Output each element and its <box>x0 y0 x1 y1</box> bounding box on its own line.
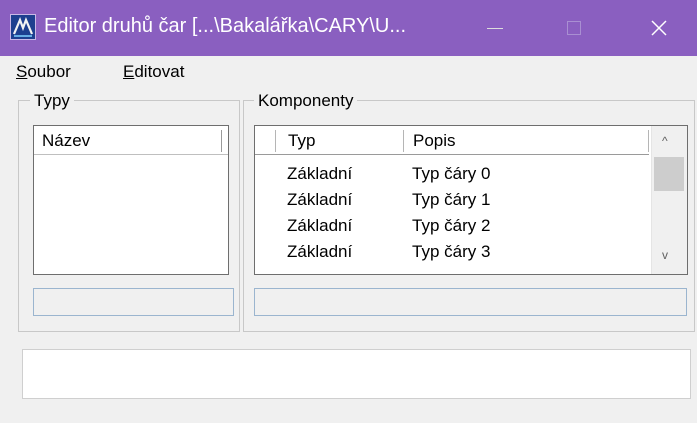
cell-typ: Základní <box>287 216 353 235</box>
components-status-field <box>254 288 687 316</box>
components-list-header: Typ Popis <box>255 126 649 155</box>
types-list-header: Název <box>34 126 228 155</box>
types-list[interactable]: Název <box>33 125 229 275</box>
close-icon <box>651 20 667 36</box>
menu-editovat-label: ditovat <box>134 62 185 81</box>
cell-popis: Typ čáry 1 <box>412 190 491 209</box>
message-field <box>22 349 691 399</box>
window-title: Editor druhů čar [...\Bakalářka\CARY\U..… <box>44 15 407 37</box>
vertical-scrollbar[interactable]: ^ v <box>651 126 687 274</box>
table-row[interactable]: Základní Typ čáry 1 <box>255 188 649 214</box>
components-group-label: Komponenty <box>254 91 358 111</box>
column-divider[interactable] <box>403 130 404 152</box>
table-row[interactable]: Základní Typ čáry 0 <box>255 162 649 188</box>
column-divider[interactable] <box>221 130 222 152</box>
column-header-nazev[interactable]: Název <box>42 131 90 151</box>
minimize-icon <box>487 27 503 29</box>
table-row[interactable]: Základní Typ čáry 2 <box>255 214 649 240</box>
scroll-down-icon[interactable]: v <box>662 248 668 262</box>
table-row[interactable]: Základní Typ čáry 3 <box>255 240 649 266</box>
minimize-button[interactable] <box>472 0 518 56</box>
cell-typ: Základní <box>287 242 353 261</box>
cell-popis: Typ čáry 3 <box>412 242 491 261</box>
cell-typ: Základní <box>287 164 353 183</box>
close-button[interactable] <box>636 0 682 56</box>
types-group-label: Typy <box>30 91 74 111</box>
cell-popis: Typ čáry 2 <box>412 216 491 235</box>
menu-soubor-label: oubor <box>27 62 71 81</box>
menu-editovat[interactable]: Editovat <box>123 62 184 82</box>
maximize-icon <box>567 21 581 35</box>
types-status-field <box>33 288 234 316</box>
scroll-thumb[interactable] <box>654 157 684 191</box>
maximize-button[interactable] <box>551 0 597 56</box>
menu-soubor[interactable]: Soubor <box>16 62 71 82</box>
app-logo-icon <box>10 14 36 40</box>
title-bar[interactable]: Editor druhů čar [...\Bakalářka\CARY\U..… <box>0 0 697 56</box>
menu-editovat-mnemonic: E <box>123 62 135 81</box>
column-divider[interactable] <box>275 130 276 152</box>
menu-soubor-mnemonic: S <box>16 62 28 81</box>
column-header-popis[interactable]: Popis <box>413 131 456 151</box>
menu-bar: Soubor Editovat <box>0 56 697 86</box>
column-header-typ[interactable]: Typ <box>288 131 315 151</box>
components-list[interactable]: Typ Popis Základní Typ čáry 0 Základní T… <box>254 125 688 275</box>
cell-popis: Typ čáry 0 <box>412 164 491 183</box>
cell-typ: Základní <box>287 190 353 209</box>
scroll-up-icon[interactable]: ^ <box>662 134 668 148</box>
column-divider[interactable] <box>648 130 649 152</box>
